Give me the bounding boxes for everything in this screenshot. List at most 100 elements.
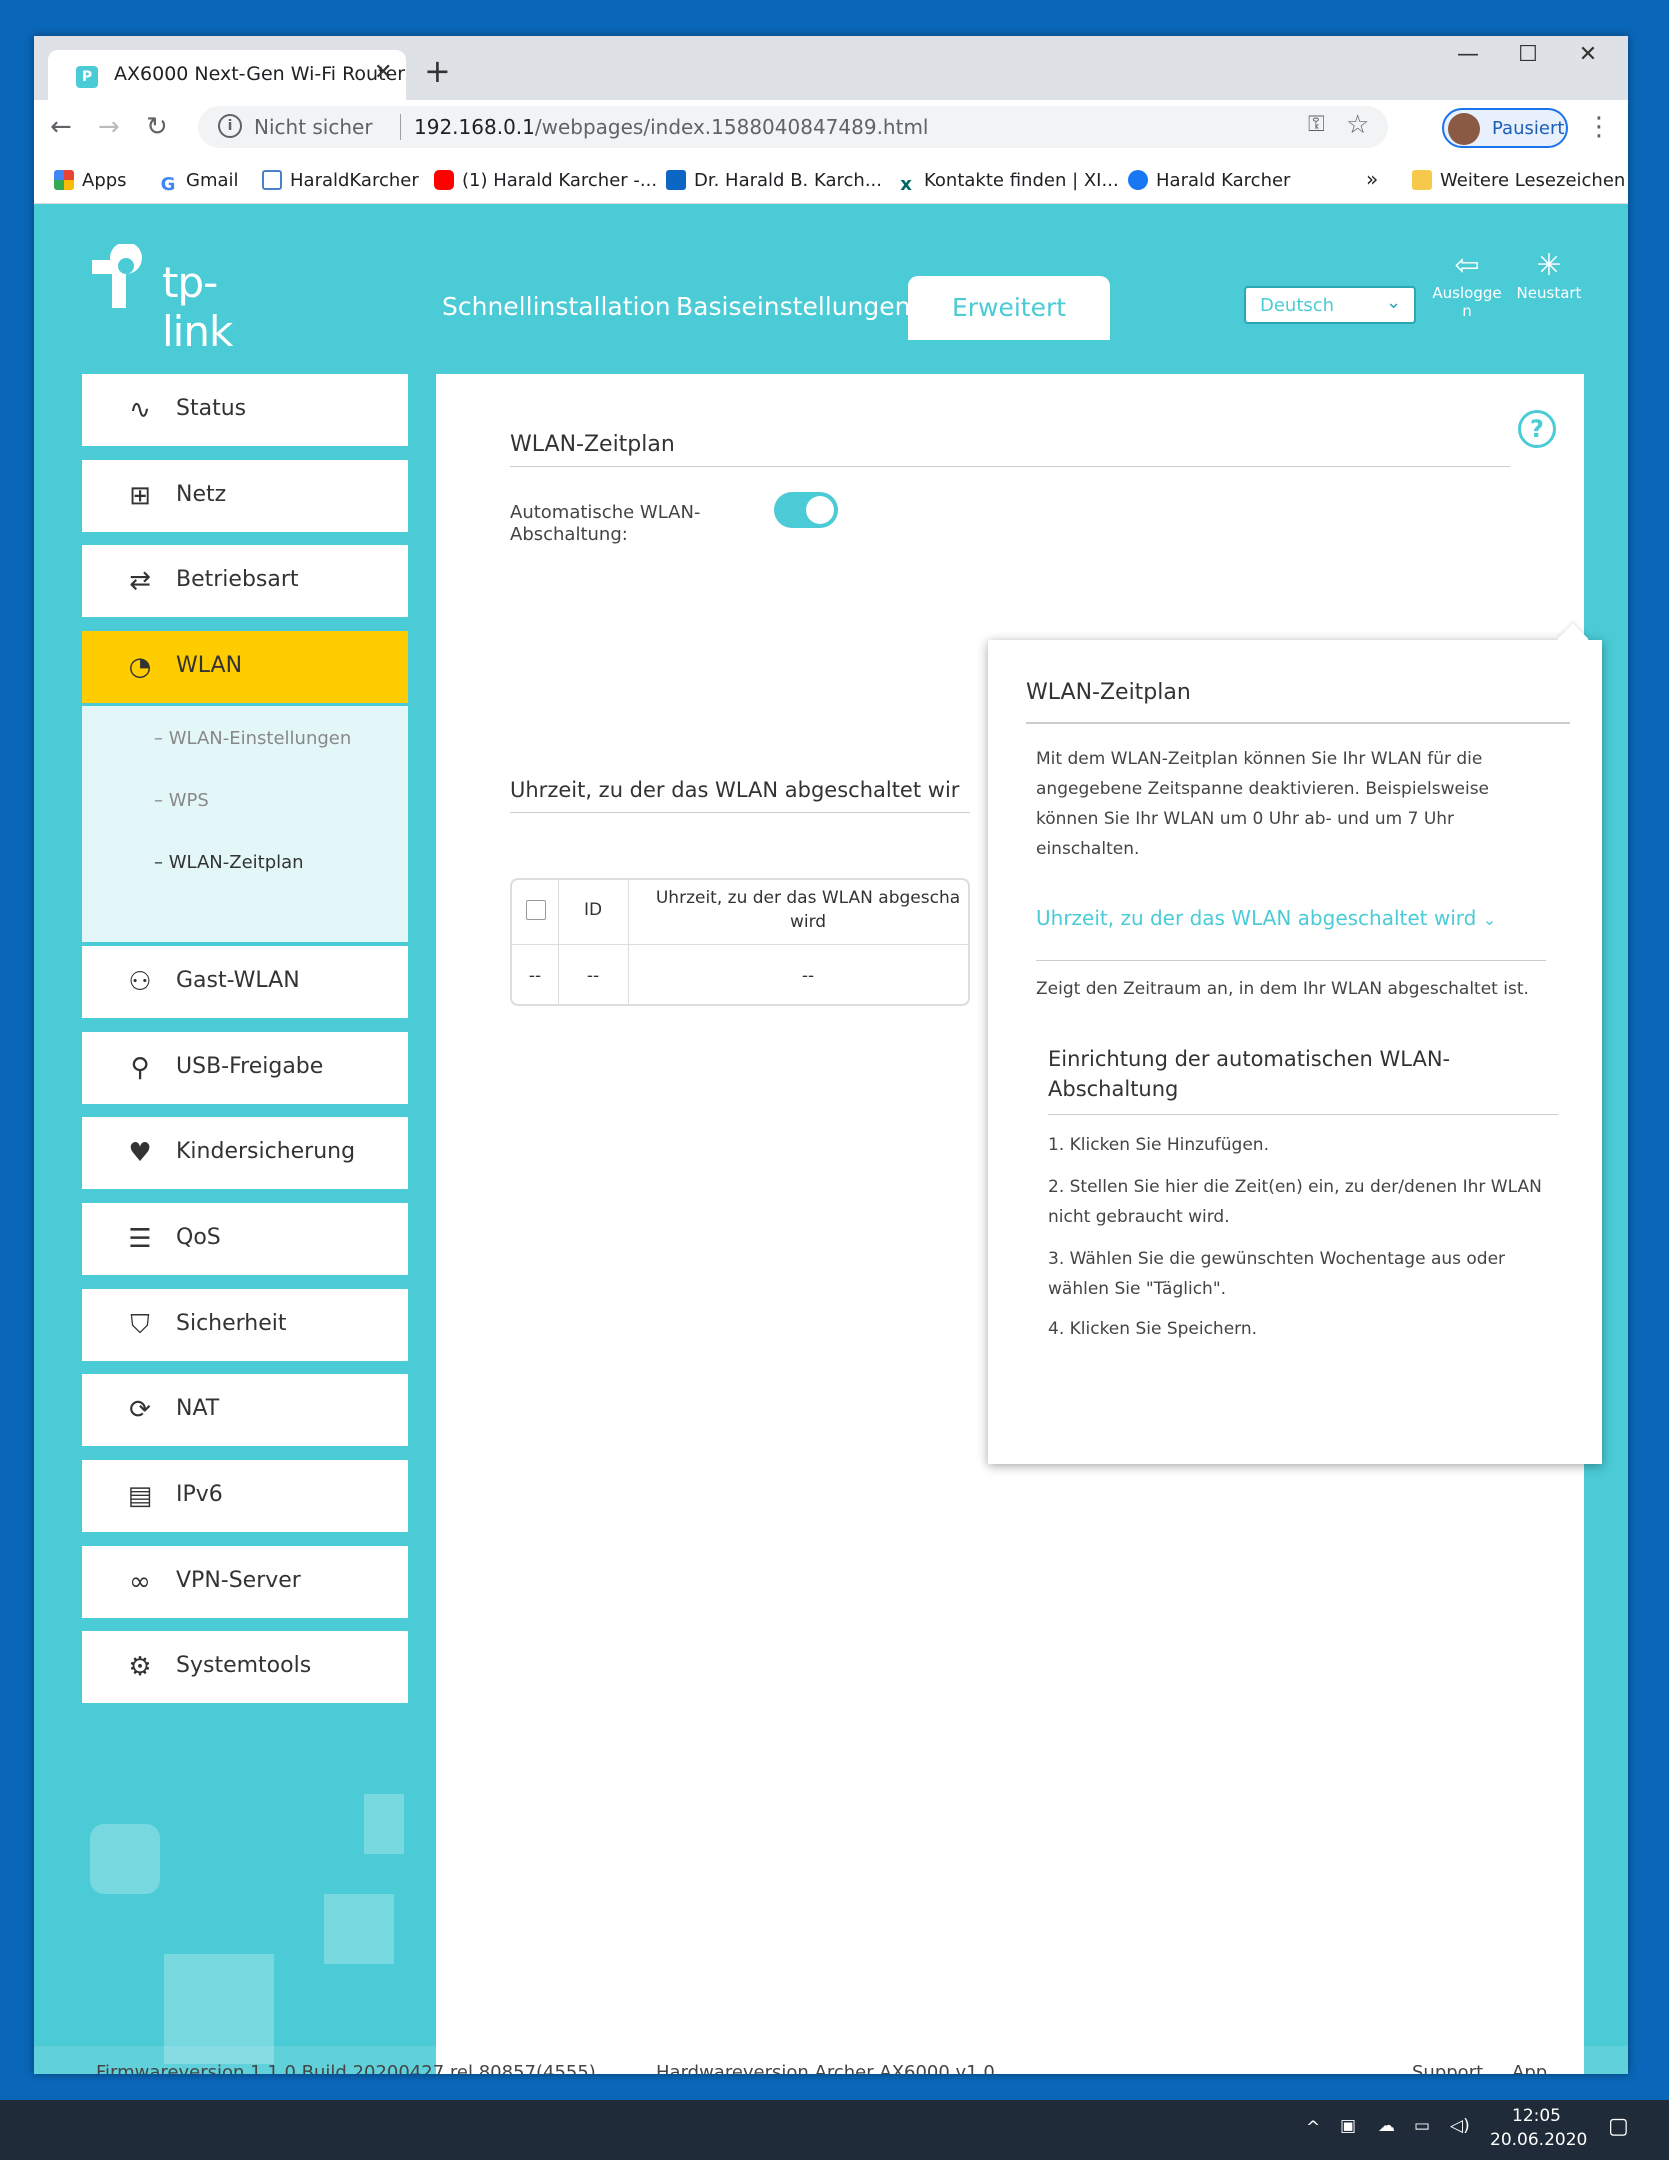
help-title: WLAN-Zeitplan bbox=[1026, 680, 1191, 705]
forward-icon[interactable]: → bbox=[98, 112, 120, 142]
info-icon[interactable]: i bbox=[218, 114, 242, 138]
bookmark-facebook[interactable]: Harald Karcher bbox=[1128, 170, 1290, 191]
help-divider bbox=[1036, 960, 1546, 961]
support-link[interactable]: Support bbox=[1412, 2062, 1483, 2074]
facebook-icon bbox=[1128, 170, 1148, 190]
sidebar-item-systemtools[interactable]: ⚙ Systemtools bbox=[82, 1631, 408, 1703]
url-text[interactable]: 192.168.0.1/webpages/index.1588040847489… bbox=[414, 115, 929, 139]
help-step: 1. Klicken Sie Hinzufügen. bbox=[1048, 1135, 1269, 1155]
bookmark-apps[interactable]: Apps bbox=[54, 170, 127, 191]
network-icon[interactable]: ▭ bbox=[1414, 2116, 1430, 2136]
logo-wordmark: tp-link bbox=[162, 258, 233, 356]
sidebar-item-netz[interactable]: ⊞ Netz bbox=[82, 460, 408, 532]
subitem-wps[interactable]: – WPS bbox=[154, 790, 209, 811]
volume-icon[interactable]: ◁) bbox=[1450, 2116, 1470, 2136]
bookmark-other[interactable]: Weitere Lesezeichen bbox=[1412, 170, 1625, 191]
window-close-icon[interactable]: ✕ bbox=[1558, 42, 1618, 67]
browser-tab[interactable]: P AX6000 Next-Gen Wi-Fi Router ✕ bbox=[48, 50, 406, 100]
bookmark-xing[interactable]: x Kontakte finden | XI... bbox=[896, 170, 1119, 195]
family-icon: ♥ bbox=[128, 1138, 152, 1168]
sidebar-item-betriebsart[interactable]: ⇄ Betriebsart bbox=[82, 545, 408, 617]
sidebar-item-status[interactable]: ∿ Status bbox=[82, 374, 408, 446]
bookmarks-bar: Apps G Gmail HaraldKarcher (1) Harald Kar… bbox=[34, 158, 1628, 204]
help-setup-heading: Einrichtung der automatischen WLAN-Absch… bbox=[1048, 1047, 1451, 1101]
back-icon[interactable]: ← bbox=[50, 112, 72, 142]
bookmark-label: Kontakte finden | XI... bbox=[924, 170, 1119, 191]
logout-button[interactable]: ⇦ Ausloggen bbox=[1422, 250, 1512, 321]
help-sub-heading[interactable]: Uhrzeit, zu der das WLAN abgeschaltet wi… bbox=[1036, 906, 1496, 930]
new-tab-button[interactable]: + bbox=[424, 52, 451, 90]
browser-menu-icon[interactable]: ⋮ bbox=[1586, 112, 1612, 142]
help-sub-heading-text: Uhrzeit, zu der das WLAN abgeschaltet wi… bbox=[1036, 906, 1477, 930]
clock-date[interactable]: 20.06.2020 bbox=[1490, 2130, 1587, 2150]
minimize-icon[interactable]: — bbox=[1438, 42, 1498, 67]
profile-button[interactable]: Pausiert bbox=[1442, 108, 1568, 148]
column-header-id: ID bbox=[583, 900, 603, 920]
sidebar-item-label: Betriebsart bbox=[176, 567, 299, 592]
nat-icon: ⟳ bbox=[129, 1395, 151, 1425]
sidebar-item-label: QoS bbox=[176, 1225, 221, 1250]
sidebar-item-wlan[interactable]: ◔ WLAN bbox=[82, 631, 408, 703]
bookmark-haraldkarcher[interactable]: HaraldKarcher bbox=[262, 170, 419, 191]
clock-time[interactable]: 12:05 bbox=[1512, 2106, 1561, 2126]
sidebar-item-usb-freigabe[interactable]: ⚲ USB-Freigabe bbox=[82, 1032, 408, 1104]
windows-taskbar: ^ ▣ ☁ ▭ ◁) 12:05 20.06.2020 ▢ bbox=[0, 2100, 1669, 2160]
help-icon[interactable]: ? bbox=[1518, 410, 1556, 448]
tab-basiseinstellungen[interactable]: Basiseinstellungen bbox=[676, 292, 911, 321]
sidebar-item-vpn-server[interactable]: ∞ VPN-Server bbox=[82, 1546, 408, 1618]
sidebar-item-label: Systemtools bbox=[176, 1653, 312, 1678]
key-icon[interactable]: ⚿ bbox=[1308, 112, 1325, 137]
language-select[interactable]: Deutsch ⌄ bbox=[1244, 286, 1416, 324]
tab-erweitert[interactable]: Erweitert bbox=[908, 276, 1110, 340]
apps-grid-icon bbox=[54, 170, 74, 190]
sidebar-item-gast-wlan[interactable]: ⚇ Gast-WLAN bbox=[82, 946, 408, 1018]
chevron-down-icon: ⌄ bbox=[1482, 910, 1497, 929]
bookmark-youtube[interactable]: (1) Harald Karcher -... bbox=[434, 170, 657, 191]
help-divider bbox=[1026, 722, 1570, 724]
background-decoration bbox=[364, 1794, 404, 1854]
bookmark-label: HaraldKarcher bbox=[290, 170, 419, 191]
wlan-submenu: – WLAN-Einstellungen – WPS – WLAN-Zeitpl… bbox=[82, 706, 408, 942]
link-icon: ∞ bbox=[129, 1567, 151, 1597]
bookmark-label: Gmail bbox=[186, 170, 239, 191]
subitem-wlan-einstellungen[interactable]: – WLAN-Einstellungen bbox=[154, 728, 351, 749]
sidebar-item-ipv6[interactable]: ▤ IPv6 bbox=[82, 1460, 408, 1532]
bookmark-star-icon[interactable]: ☆ bbox=[1346, 110, 1369, 140]
maximize-icon[interactable]: ☐ bbox=[1498, 42, 1558, 67]
sidebar-item-sicherheit[interactable]: ⛉ Sicherheit bbox=[82, 1289, 408, 1361]
avatar bbox=[1448, 113, 1480, 145]
restart-icon: ✳ bbox=[1536, 248, 1562, 283]
subitem-label: WLAN-Zeitplan bbox=[168, 852, 304, 873]
linkedin-icon bbox=[666, 170, 686, 190]
notifications-icon[interactable]: ▢ bbox=[1608, 2114, 1629, 2139]
sidebar-item-nat[interactable]: ⟳ NAT bbox=[82, 1374, 408, 1446]
address-bar[interactable]: i Nicht sicher 192.168.0.1/webpages/inde… bbox=[198, 106, 1388, 148]
onedrive-icon[interactable]: ☁ bbox=[1378, 2116, 1395, 2136]
tray-app-icon[interactable]: ▣ bbox=[1340, 2116, 1356, 2136]
column-header-time-line2: wird bbox=[789, 912, 827, 932]
browser-toolbar: ← → ↻ i Nicht sicher 192.168.0.1/webpage… bbox=[34, 100, 1628, 158]
sidebar-item-qos[interactable]: ☰ QoS bbox=[82, 1203, 408, 1275]
tplink-favicon-icon: P bbox=[76, 66, 98, 88]
auto-off-toggle[interactable] bbox=[774, 492, 838, 528]
security-label[interactable]: Nicht sicher bbox=[254, 115, 373, 139]
bookmark-linkedin[interactable]: Dr. Harald B. Karch... bbox=[666, 170, 882, 191]
youtube-icon bbox=[434, 170, 454, 190]
google-icon: G bbox=[160, 174, 176, 195]
app-link[interactable]: App bbox=[1512, 2062, 1547, 2074]
reload-icon[interactable]: ↻ bbox=[146, 112, 168, 142]
table-cell: -- bbox=[801, 966, 815, 986]
row-divider bbox=[512, 944, 968, 945]
select-all-checkbox[interactable] bbox=[526, 900, 546, 920]
sidebar-item-kindersicherung[interactable]: ♥ Kindersicherung bbox=[82, 1117, 408, 1189]
bookmark-gmail[interactable]: G Gmail bbox=[158, 170, 239, 195]
tab-close-icon[interactable]: ✕ bbox=[374, 60, 392, 85]
firmware-version: Firmwareversion 1.1.0 Build 20200427 rel… bbox=[96, 2062, 596, 2074]
tplink-logo-icon bbox=[92, 244, 142, 308]
tray-chevron-up-icon[interactable]: ^ bbox=[1306, 2118, 1320, 2138]
bookmarks-more-icon[interactable]: » bbox=[1366, 167, 1378, 191]
tab-schnellinstallation[interactable]: Schnellinstallation bbox=[442, 292, 671, 321]
schedule-table: ID Uhrzeit, zu der das WLAN abgescha wird… bbox=[510, 878, 970, 1006]
subitem-wlan-zeitplan[interactable]: – WLAN-Zeitplan bbox=[154, 852, 304, 873]
restart-button[interactable]: ✳ Neustart bbox=[1504, 248, 1594, 303]
